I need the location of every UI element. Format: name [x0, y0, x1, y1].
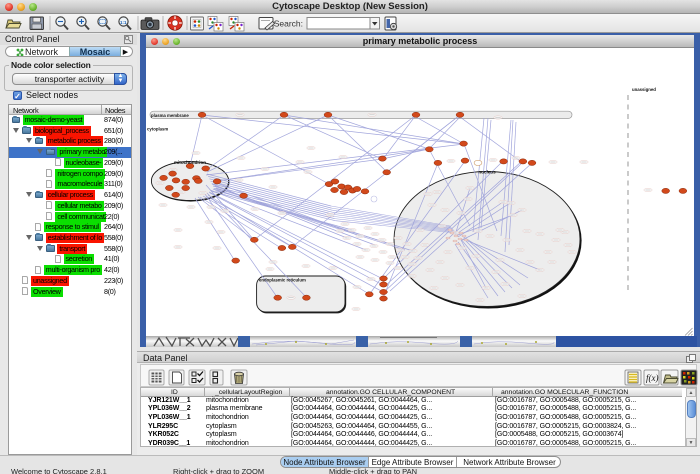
svg-text:Search:: Search:: [274, 19, 303, 29]
svg-text:unassigned: unassigned: [632, 87, 656, 92]
svg-text:endoplasmic reticulum: endoplasmic reticulum: [259, 278, 306, 283]
svg-text:nucleus: nucleus: [478, 170, 496, 175]
svg-text:1:1: 1:1: [120, 20, 127, 25]
svg-text:cytoplasm: cytoplasm: [147, 127, 168, 132]
svg-text:f(x): f(x): [646, 373, 659, 383]
svg-text:plasma membrane: plasma membrane: [151, 113, 189, 118]
svg-text:mitochondrion: mitochondrion: [174, 160, 206, 165]
